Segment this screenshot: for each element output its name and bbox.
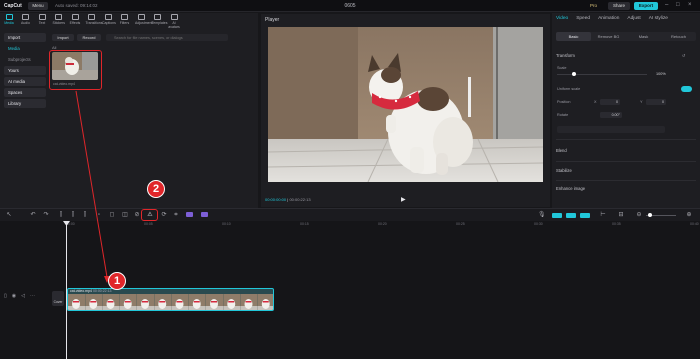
step-badge-1: 1 <box>108 272 126 290</box>
step-badge-2: 2 <box>147 180 165 198</box>
annotation-overlay <box>75 90 110 283</box>
annotation-arrow <box>75 90 108 278</box>
